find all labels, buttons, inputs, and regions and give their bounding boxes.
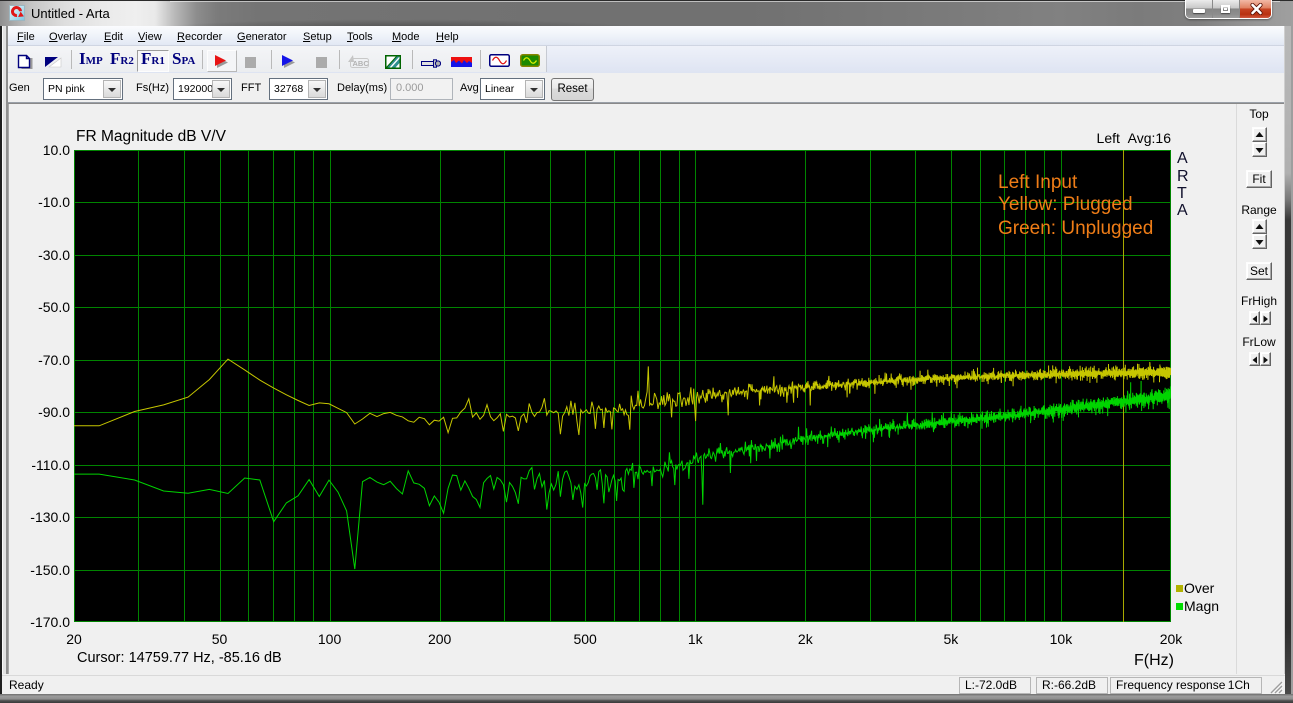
svg-text:ABC: ABC bbox=[353, 59, 370, 68]
